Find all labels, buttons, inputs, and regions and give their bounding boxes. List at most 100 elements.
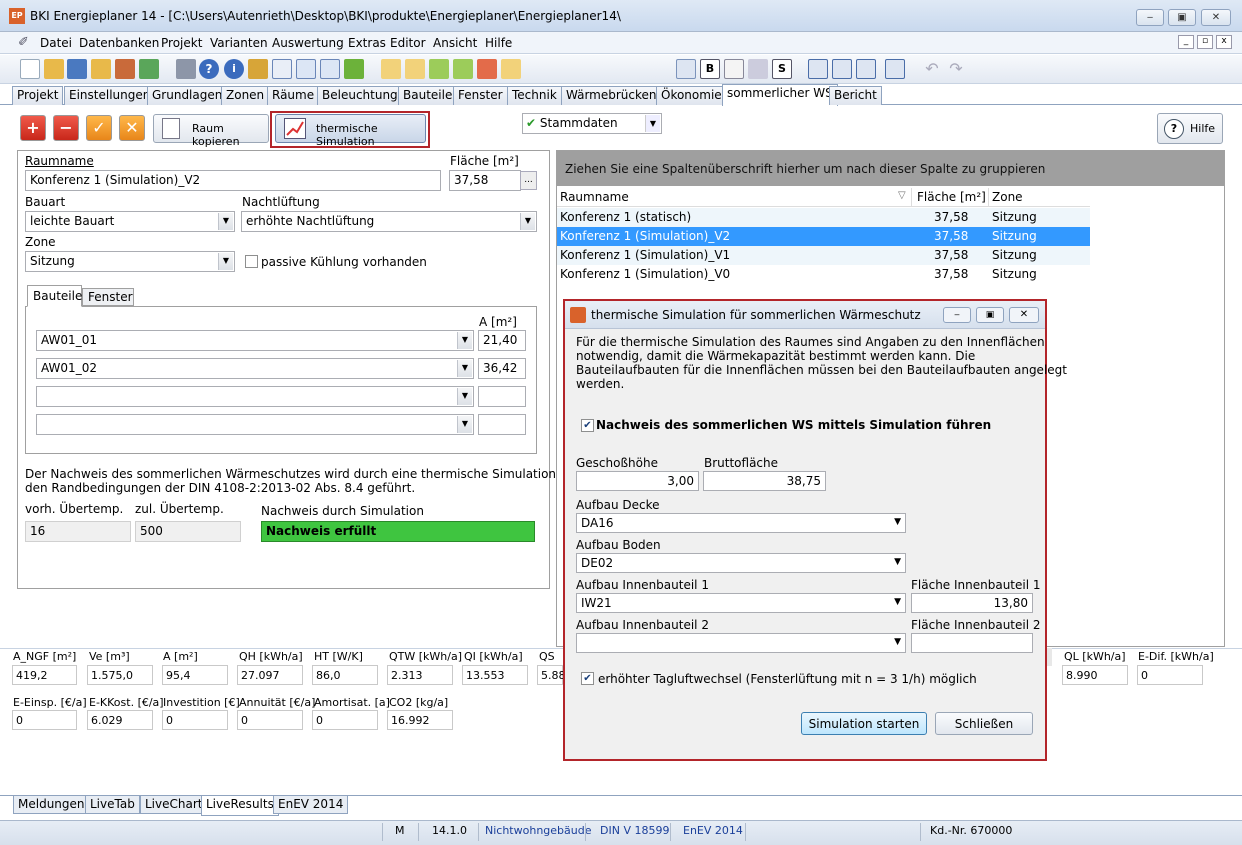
stammdaten-select[interactable]: ✔ Stammdaten ▼ — [522, 113, 662, 134]
tab-projekt[interactable]: Projekt — [12, 86, 64, 105]
subtab-fenster[interactable]: Fenster — [82, 288, 134, 306]
flaeche2-input[interactable] — [911, 633, 1033, 653]
bauteil-select-2[interactable]: AW01_02 ▼ — [36, 358, 474, 379]
innen2-select[interactable]: ▼ — [576, 633, 906, 653]
tab-zonen[interactable]: Zonen — [221, 86, 270, 105]
bauteil-select-1[interactable]: AW01_01 ▼ — [36, 330, 474, 351]
tab-liveresults[interactable]: LiveResults — [201, 796, 279, 816]
bauteil-area-4[interactable] — [478, 414, 526, 435]
table-icon[interactable] — [296, 59, 316, 79]
tab-livetab[interactable]: LiveTab — [85, 796, 140, 814]
raum-kopieren-button[interactable]: Raum kopieren — [153, 114, 269, 148]
bauart-select[interactable]: leichte Bauart ▼ — [25, 211, 235, 232]
col-header-flaeche[interactable]: Fläche [m²] — [917, 190, 986, 204]
tab-meldungen[interactable]: Meldungen — [13, 796, 90, 814]
dialog-minimize-button[interactable]: ‒ — [943, 307, 971, 323]
bauteil-select-4[interactable]: ▼ — [36, 414, 474, 435]
bold-icon[interactable]: B — [700, 59, 720, 79]
help-icon[interactable]: ? — [199, 59, 219, 79]
confirm-button[interactable]: ✓ — [86, 115, 112, 141]
table-row-selected[interactable]: Konferenz 1 (Simulation)_V2 37,58 Sitzun… — [557, 227, 1090, 246]
wrench-icon[interactable] — [248, 59, 268, 79]
zoom-icon[interactable] — [724, 59, 744, 79]
app-menu-icon[interactable]: ✐ — [18, 35, 29, 50]
close-button[interactable]: ✕ — [1201, 9, 1231, 26]
col-header-zone[interactable]: Zone — [992, 190, 1023, 204]
recycle-icon[interactable] — [748, 59, 768, 79]
mdi-minimize-icon[interactable]: _ — [1178, 35, 1194, 49]
raumname-input[interactable]: Konferenz 1 (Simulation)_V2 — [25, 170, 441, 191]
tab-fenster[interactable]: Fenster — [453, 86, 508, 105]
doc-add-icon[interactable] — [429, 59, 449, 79]
bauteil-select-3[interactable]: ▼ — [36, 386, 474, 407]
thermische-simulation-button[interactable]: thermische Simulation — [275, 114, 426, 148]
menu-projekt[interactable]: Projekt — [161, 36, 202, 50]
bauteil-area-3[interactable] — [478, 386, 526, 407]
remove-button[interactable]: − — [53, 115, 79, 141]
doc-check-icon[interactable] — [501, 59, 521, 79]
layout-window-icon[interactable] — [856, 59, 876, 79]
tab-beleuchtung[interactable]: Beleuchtung — [317, 86, 403, 105]
tab-enev-2014[interactable]: EnEV 2014 — [273, 796, 349, 814]
flaeche-browse-button[interactable]: ... — [520, 171, 537, 190]
tab-grundlagen[interactable]: Grundlagen — [147, 86, 228, 105]
menu-hilfe[interactable]: Hilfe — [485, 36, 512, 50]
save-icon[interactable] — [67, 59, 87, 79]
tab-raeume[interactable]: Räume — [267, 86, 320, 105]
copy-icon[interactable] — [676, 59, 696, 79]
bauteil-area-1[interactable]: 21,40 — [478, 330, 526, 351]
flaeche-input[interactable]: 37,58 — [449, 170, 521, 191]
cancel-button[interactable]: ✕ — [119, 115, 145, 141]
menu-extras[interactable]: Extras — [348, 36, 386, 50]
open-folder-icon[interactable] — [44, 59, 64, 79]
table-row[interactable]: Konferenz 1 (Simulation)_V0 37,58 Sitzun… — [557, 265, 1090, 284]
tab-oekonomie[interactable]: Ökonomie — [656, 86, 727, 105]
bar-chart-icon[interactable] — [272, 59, 292, 79]
col-header-raumname[interactable]: Raumname — [560, 190, 629, 204]
simulation-checkbox[interactable]: ✔ — [581, 419, 594, 432]
simulation-starten-button[interactable]: Simulation starten — [801, 712, 927, 735]
zone-select[interactable]: Sitzung ▼ — [25, 251, 235, 272]
decke-select[interactable]: DA16 ▼ — [576, 513, 906, 533]
tab-bauteile[interactable]: Bauteile — [398, 86, 458, 105]
mdi-close-icon[interactable]: x — [1216, 35, 1232, 49]
tab-waermebruecken[interactable]: Wärmebrücken — [561, 86, 662, 105]
tab-bericht[interactable]: Bericht — [829, 86, 882, 105]
boden-select[interactable]: DE02 ▼ — [576, 553, 906, 573]
innen1-select[interactable]: IW21 ▼ — [576, 593, 906, 613]
dialog-maximize-button[interactable]: ▣ — [976, 307, 1004, 323]
nachtlueftung-select[interactable]: erhöhte Nachtlüftung ▼ — [241, 211, 537, 232]
dialog-close-button[interactable]: ✕ — [1009, 307, 1039, 323]
brutto-input[interactable]: 38,75 — [703, 471, 826, 491]
calculator-icon[interactable] — [176, 59, 196, 79]
grid-icon[interactable] — [320, 59, 340, 79]
tab-livechart[interactable]: LiveChart — [140, 796, 208, 814]
layout-columns-icon[interactable] — [832, 59, 852, 79]
doc-copy-icon[interactable] — [453, 59, 473, 79]
minimize-button[interactable]: ‒ — [1136, 9, 1164, 26]
new-file-icon[interactable] — [20, 59, 40, 79]
menu-editor[interactable]: Editor — [390, 36, 426, 50]
tab-technik[interactable]: Technik — [507, 86, 562, 105]
flaeche1-input[interactable]: 13,80 — [911, 593, 1033, 613]
layout-tile-icon[interactable] — [885, 59, 905, 79]
folder-icon[interactable] — [91, 59, 111, 79]
hilfe-button[interactable]: ? Hilfe — [1157, 113, 1223, 144]
menu-auswertung[interactable]: Auswertung — [272, 36, 344, 50]
menu-varianten[interactable]: Varianten — [210, 36, 268, 50]
menu-datei[interactable]: Datei — [40, 36, 72, 50]
undo-icon[interactable]: ↶ — [922, 59, 942, 79]
passive-kuehlung-checkbox[interactable] — [245, 255, 258, 268]
doc-move-icon[interactable] — [405, 59, 425, 79]
doc-edit-icon[interactable] — [381, 59, 401, 79]
maximize-button[interactable]: ▣ — [1168, 9, 1196, 26]
menu-datenbanken[interactable]: Datenbanken — [79, 36, 159, 50]
redo-icon[interactable]: ↷ — [946, 59, 966, 79]
filter-icon[interactable]: ▽ — [898, 190, 906, 201]
tab-einstellungen[interactable]: Einstellungen — [64, 86, 156, 105]
flag-icon[interactable] — [344, 59, 364, 79]
table-row[interactable]: Konferenz 1 (statisch) 37,58 Sitzung — [557, 208, 1090, 227]
menu-ansicht[interactable]: Ansicht — [433, 36, 477, 50]
layout-split-icon[interactable] — [808, 59, 828, 79]
export-icon[interactable] — [115, 59, 135, 79]
